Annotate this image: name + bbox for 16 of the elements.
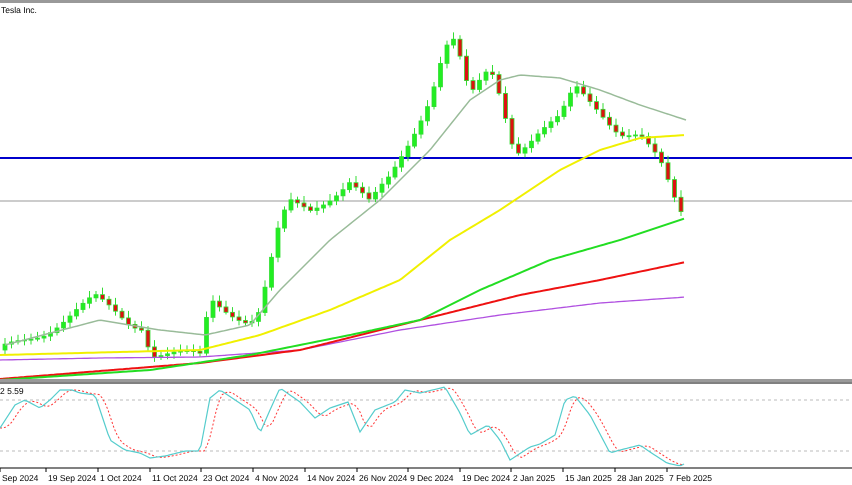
date-label: 11 Oct 2024 — [152, 473, 198, 483]
date-label: 2 Jan 2025 — [513, 473, 556, 483]
date-label: 26 Nov 2024 — [359, 473, 408, 483]
date-label: 4 Nov 2024 — [255, 473, 298, 483]
date-label: 14 Nov 2024 — [307, 473, 356, 483]
date-label: 15 Jan 2025 — [565, 473, 612, 483]
chart-title: Tesla Inc. — [1, 5, 37, 15]
date-label: 1 Oct 2024 — [100, 473, 142, 483]
date-label: 28 Jan 2025 — [617, 473, 664, 483]
date-label: 19 Dec 2024 — [462, 473, 510, 483]
date-label: 19 Sep 2024 — [48, 473, 96, 483]
date-label: 9 Dec 2024 — [410, 473, 454, 483]
date-label: 7 Feb 2025 — [669, 473, 712, 483]
indicator-value: 2 5.59 — [0, 386, 24, 396]
date-label: 23 Oct 2024 — [203, 473, 250, 483]
date-label: Sep 2024 — [2, 473, 38, 483]
